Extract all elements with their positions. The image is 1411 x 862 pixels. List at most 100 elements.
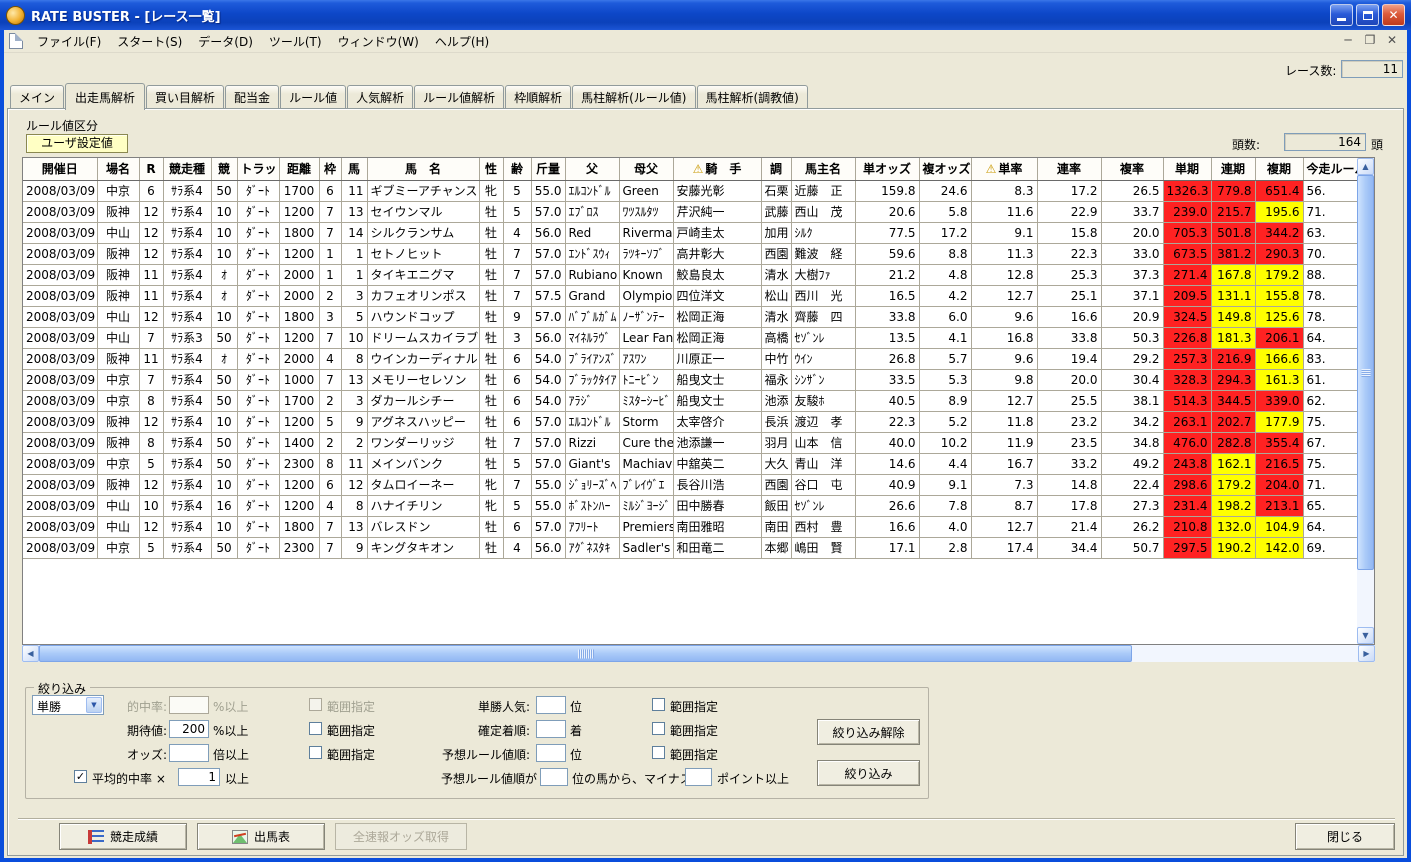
- tab-post-position-analysis[interactable]: 枠順解析: [505, 85, 572, 109]
- column-header-1[interactable]: 場名: [97, 158, 140, 181]
- race-row[interactable]: 2008/03/09 中京 5 ｻﾗ系4 50 ﾀﾞｰﾄ 2300 8 11 メインバンク牡 5 57…: [23, 453, 1358, 475]
- table-cell: 294.3: [1211, 369, 1256, 391]
- race-row[interactable]: 2008/03/09 中山 12 ｻﾗ系4 10 ﾀﾞｰﾄ 1800 3 5 ハウンドコップ牡 9 5…: [23, 306, 1358, 328]
- tab-rule-value-analysis[interactable]: ルール値解析: [414, 85, 505, 109]
- avg-hit-rate-input[interactable]: 1: [178, 768, 220, 786]
- rule-cond-rank-input[interactable]: [540, 768, 568, 786]
- tab-horse-column-training[interactable]: 馬柱解析(調教値): [696, 85, 808, 109]
- column-header-12[interactable]: 斤量: [531, 158, 566, 181]
- column-header-21[interactable]: 連率: [1037, 158, 1102, 181]
- close-window-button[interactable]: 閉じる: [1295, 823, 1395, 850]
- race-row[interactable]: 2008/03/09 阪神 11 ｻﾗ系4 ｵﾀﾞｰﾄ 2000 2 3 カフェオリンポス牡 7 5…: [23, 285, 1358, 307]
- race-row[interactable]: 2008/03/09 阪神 12 ｻﾗ系4 10 ﾀﾞｰﾄ 1200 1 1 セトノヒット牡 7 57…: [23, 243, 1358, 265]
- rule-rank-input[interactable]: [536, 744, 566, 762]
- column-header-17[interactable]: 馬主名: [791, 158, 856, 181]
- avg-hit-rate-checkbox[interactable]: ✓: [74, 770, 87, 783]
- column-header-19[interactable]: 複オッズ: [919, 158, 972, 181]
- scroll-up-button[interactable]: ▲: [1357, 158, 1374, 175]
- column-header-23[interactable]: 単期: [1163, 158, 1212, 181]
- odds-input[interactable]: [169, 744, 209, 762]
- mdi-minimize-button[interactable]: ─: [1340, 34, 1356, 48]
- tab-popularity-analysis[interactable]: 人気解析: [347, 85, 414, 109]
- minimize-button[interactable]: [1330, 4, 1353, 26]
- race-row[interactable]: 2008/03/09 中京 5 ｻﾗ系4 50 ﾀﾞｰﾄ 2300 7 9 キングタキオン牡 4 56…: [23, 537, 1358, 559]
- race-row[interactable]: 2008/03/09 阪神 12 ｻﾗ系4 10 ﾀﾞｰﾄ 1200 6 12 タムロイーネー牝 7…: [23, 474, 1358, 496]
- menu-window[interactable]: ウィンドウ(W): [330, 30, 427, 53]
- column-header-11[interactable]: 齢: [503, 158, 532, 181]
- entry-table-button[interactable]: 出馬表: [197, 823, 325, 850]
- race-row[interactable]: 2008/03/09 中山 12 ｻﾗ系4 10 ﾀﾞｰﾄ 1800 7 13 バレスドン牡 6 57…: [23, 516, 1358, 538]
- table-cell: 12.7: [971, 390, 1038, 412]
- menu-start[interactable]: スタート(S): [109, 30, 190, 53]
- apply-filter-button[interactable]: 絞り込み: [817, 760, 920, 786]
- tab-main[interactable]: メイン: [10, 85, 65, 109]
- column-header-24[interactable]: 連期: [1211, 158, 1256, 181]
- race-row[interactable]: 2008/03/09 阪神 8 ｻﾗ系4 50 ﾀﾞｰﾄ 1400 2 2 ワンダーリッジ牡 7 57…: [23, 432, 1358, 454]
- tab-horse-column-rule[interactable]: 馬柱解析(ルール値): [572, 85, 696, 109]
- vertical-scrollbar[interactable]: ▲ ▼: [1357, 158, 1374, 644]
- hit-rate-input[interactable]: [169, 696, 209, 714]
- tab-rule-value[interactable]: ルール値: [280, 85, 347, 109]
- tab-bet-analysis[interactable]: 買い目解析: [146, 85, 225, 109]
- column-header-2[interactable]: R: [139, 158, 164, 181]
- range-checkbox-2[interactable]: [309, 722, 322, 735]
- race-row[interactable]: 2008/03/09 中山 7 ｻﾗ系3 50 ﾀﾞｰﾄ 1200 7 10 ドリームスカイラブ牡…: [23, 327, 1358, 349]
- race-row[interactable]: 2008/03/09 中京 7 ｻﾗ系4 50 ﾀﾞｰﾄ 1000 7 13 メモリーセレソン牡 6…: [23, 369, 1358, 391]
- tab-payout[interactable]: 配当金: [225, 85, 280, 109]
- scroll-left-button[interactable]: ◀: [22, 645, 39, 662]
- range-checkbox-4[interactable]: [652, 698, 665, 711]
- user-setting-button[interactable]: ユーザ設定値: [26, 134, 128, 153]
- column-header-8[interactable]: 馬: [341, 158, 368, 181]
- race-results-button[interactable]: 競走成績: [59, 823, 187, 850]
- race-row[interactable]: 2008/03/09 阪神 11 ｻﾗ系4 ｵﾀﾞｰﾄ 2000 4 8 ウインカーディナル牡 6…: [23, 348, 1358, 370]
- column-header-5[interactable]: トラッ: [237, 158, 280, 181]
- maximize-button[interactable]: [1356, 4, 1379, 26]
- horizontal-scrollbar[interactable]: ◀ ▶: [22, 645, 1375, 662]
- mdi-restore-button[interactable]: ❐: [1362, 34, 1378, 48]
- range-checkbox-3[interactable]: [309, 746, 322, 759]
- column-header-26[interactable]: 今走ルール値: [1303, 158, 1358, 181]
- column-header-13[interactable]: 父: [565, 158, 620, 181]
- column-header-14[interactable]: 母父: [619, 158, 674, 181]
- menu-tools[interactable]: ツール(T): [261, 30, 330, 53]
- column-header-22[interactable]: 複率: [1101, 158, 1164, 181]
- race-row[interactable]: 2008/03/09 中京 6 ｻﾗ系4 50 ﾀﾞｰﾄ 1700 6 11 ギブミーアチャンス牝…: [23, 180, 1358, 202]
- close-button[interactable]: ✕: [1382, 4, 1405, 26]
- mdi-close-button[interactable]: ✕: [1384, 34, 1400, 48]
- vertical-scroll-thumb[interactable]: [1357, 175, 1374, 570]
- range-checkbox-6[interactable]: [652, 746, 665, 759]
- range-checkbox-1[interactable]: [309, 698, 322, 711]
- scroll-right-button[interactable]: ▶: [1358, 645, 1375, 662]
- column-header-4[interactable]: 競: [211, 158, 238, 181]
- range-checkbox-5[interactable]: [652, 722, 665, 735]
- horizontal-scroll-thumb[interactable]: [39, 645, 1132, 662]
- race-row[interactable]: 2008/03/09 阪神 12 ｻﾗ系4 10 ﾀﾞｰﾄ 1200 7 13 セイウンマル牡 5 5…: [23, 201, 1358, 223]
- scroll-down-button[interactable]: ▼: [1357, 627, 1374, 644]
- menu-file[interactable]: ファイル(F): [29, 30, 109, 53]
- race-row[interactable]: 2008/03/09 中京 8 ｻﾗ系4 50 ﾀﾞｰﾄ 1700 2 3 ダカールシチー牡 6 54…: [23, 390, 1358, 412]
- column-header-7[interactable]: 枠: [319, 158, 342, 181]
- race-row[interactable]: 2008/03/09 阪神 12 ｻﾗ系4 10 ﾀﾞｰﾄ 1200 5 9 アグネスハッピー牡 6…: [23, 411, 1358, 433]
- column-header-18[interactable]: 単オッズ: [855, 158, 920, 181]
- rule-cond-points-input[interactable]: [685, 768, 712, 786]
- race-row[interactable]: 2008/03/09 中山 10 ｻﾗ系4 16 ﾀﾞｰﾄ 1200 4 8 ハナイチリン牝 5 55…: [23, 495, 1358, 517]
- win-popularity-input[interactable]: [536, 696, 566, 714]
- menu-data[interactable]: データ(D): [190, 30, 261, 53]
- race-row[interactable]: 2008/03/09 阪神 11 ｻﾗ系4 ｵﾀﾞｰﾄ 2000 1 1 タイキエニグマ牡 7 57…: [23, 264, 1358, 286]
- column-header-0[interactable]: 開催日: [23, 158, 98, 181]
- finish-order-input[interactable]: [536, 720, 566, 738]
- column-header-25[interactable]: 複期: [1255, 158, 1304, 181]
- column-header-15[interactable]: ⚠ 騎 手: [673, 158, 762, 181]
- menu-help[interactable]: ヘルプ(H): [427, 30, 497, 53]
- table-cell: 33.0: [1101, 243, 1164, 265]
- race-row[interactable]: 2008/03/09 中山 12 ｻﾗ系4 10 ﾀﾞｰﾄ 1800 7 14 シルクランサム牡 4…: [23, 222, 1358, 244]
- column-header-9[interactable]: 馬 名: [367, 158, 480, 181]
- tab-runner-analysis[interactable]: 出走馬解析: [65, 83, 146, 110]
- column-header-16[interactable]: 調: [761, 158, 792, 181]
- column-header-6[interactable]: 距離: [279, 158, 320, 181]
- clear-filter-button[interactable]: 絞り込み解除: [817, 719, 920, 745]
- column-header-3[interactable]: 競走種: [163, 158, 212, 181]
- expected-value-input[interactable]: 200: [169, 720, 209, 738]
- column-header-10[interactable]: 性: [479, 158, 504, 181]
- column-header-20[interactable]: ⚠ 単率: [971, 158, 1038, 181]
